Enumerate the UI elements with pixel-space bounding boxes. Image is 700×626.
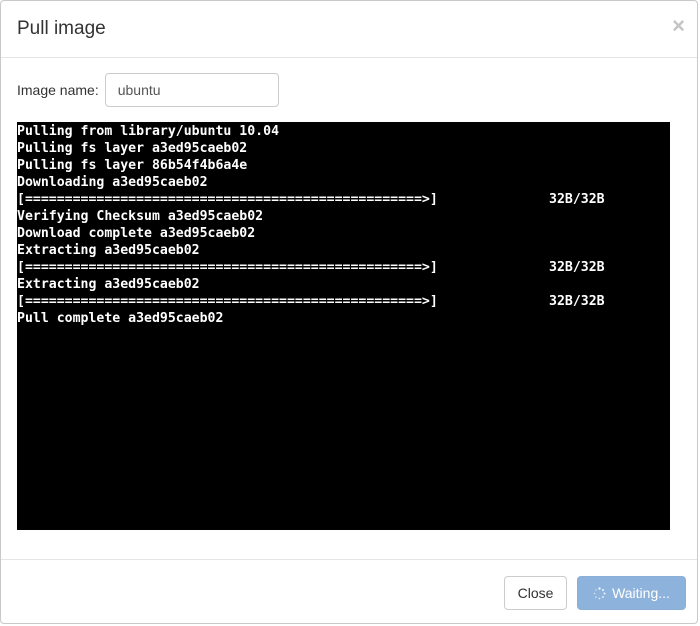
- terminal-line-size: 32B/32B: [549, 192, 605, 207]
- waiting-button[interactable]: Waiting...: [577, 576, 686, 610]
- waiting-label: Waiting...: [612, 585, 670, 601]
- dialog-header: Pull image ×: [1, 1, 697, 58]
- terminal-line-text: Downloading a3ed95caeb02: [17, 175, 208, 190]
- terminal-line: Extracting a3ed95caeb02: [17, 276, 670, 293]
- terminal-line-size: 32B/32B: [549, 294, 605, 309]
- terminal-line-text: [=======================================…: [17, 192, 438, 207]
- terminal-line-text: [=======================================…: [17, 260, 438, 275]
- spinner-icon: [593, 586, 606, 599]
- terminal-line-text: Extracting a3ed95caeb02: [17, 277, 200, 292]
- terminal-line: Pulling fs layer 86b54f4b6a4e: [17, 157, 670, 174]
- dialog-footer: Close Waiting...: [1, 559, 697, 623]
- dialog-title: Pull image: [17, 18, 106, 39]
- pull-output-terminal[interactable]: Pulling from library/ubuntu 10.04 Pulling…: [17, 122, 670, 530]
- image-name-row: Image name:: [17, 73, 279, 107]
- terminal-line-text: Pull complete a3ed95caeb02: [17, 311, 224, 326]
- terminal-line: Extracting a3ed95caeb02: [17, 242, 670, 259]
- image-name-input[interactable]: [104, 73, 279, 107]
- terminal-line: Pull complete a3ed95caeb02: [17, 310, 670, 327]
- close-icon[interactable]: ×: [672, 15, 685, 37]
- terminal-line-text: Verifying Checksum a3ed95caeb02: [17, 209, 264, 224]
- terminal-line: Verifying Checksum a3ed95caeb02: [17, 208, 670, 225]
- terminal-line-text: Pulling from library/ubuntu 10.04: [17, 124, 280, 139]
- terminal-line-text: Download complete a3ed95caeb02: [17, 226, 256, 241]
- terminal-line: Download complete a3ed95caeb02: [17, 225, 670, 242]
- terminal-line-text: [=======================================…: [17, 294, 438, 309]
- terminal-line: Pulling fs layer a3ed95caeb02: [17, 140, 670, 157]
- close-button[interactable]: Close: [504, 576, 567, 610]
- terminal-line-text: Pulling fs layer 86b54f4b6a4e: [17, 158, 248, 173]
- terminal-line: [=======================================…: [17, 259, 670, 276]
- terminal-line-size: 32B/32B: [549, 260, 605, 275]
- pull-image-dialog: Pull image × Image name: Pulling from li…: [0, 0, 698, 624]
- terminal-line: Downloading a3ed95caeb02: [17, 174, 670, 191]
- terminal-line: [=======================================…: [17, 191, 670, 208]
- terminal-line: Pulling from library/ubuntu 10.04: [17, 123, 670, 140]
- image-name-label: Image name:: [17, 82, 99, 98]
- terminal-line-text: Extracting a3ed95caeb02: [17, 243, 200, 258]
- terminal-line-text: Pulling fs layer a3ed95caeb02: [17, 141, 248, 156]
- terminal-line: [=======================================…: [17, 293, 670, 310]
